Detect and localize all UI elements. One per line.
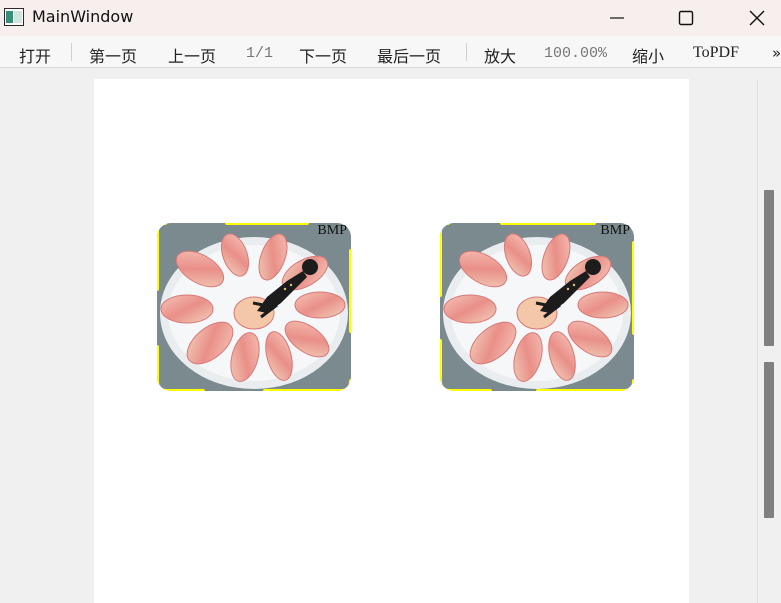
minimize-icon — [610, 17, 624, 19]
maximize-button[interactable] — [663, 0, 709, 36]
zoom-level: 100.00% — [544, 45, 608, 62]
image-label: BMP — [600, 223, 630, 238]
zoom-in-button[interactable]: 放大 — [484, 43, 516, 67]
peach-plate-image — [440, 223, 634, 391]
prev-page-button[interactable]: 上一页 — [168, 43, 216, 67]
next-page-button[interactable]: 下一页 — [299, 43, 347, 67]
embedded-image: BMP — [438, 221, 636, 393]
to-pdf-button[interactable]: ToPDF — [693, 44, 739, 62]
page-indicator: 1/1 — [246, 45, 274, 62]
zoom-out-button[interactable]: 缩小 — [632, 43, 664, 67]
toolbar-separator — [466, 43, 467, 61]
embedded-image: BMP — [155, 221, 353, 393]
scrollbar-thumb-upper[interactable] — [764, 190, 774, 346]
open-button[interactable]: 打开 — [19, 43, 51, 67]
peach-plate-image — [157, 223, 351, 391]
close-button[interactable] — [734, 0, 780, 36]
toolbar: 打开 第一页 上一页 1/1 下一页 最后一页 放大 100.00% 缩小 To… — [0, 36, 781, 68]
toolbar-separator — [71, 43, 72, 61]
scrollbar-thumb-lower[interactable] — [764, 362, 774, 518]
title-bar: MainWindow — [0, 0, 781, 36]
first-page-button[interactable]: 第一页 — [89, 43, 137, 67]
close-icon — [749, 10, 765, 26]
document-viewport[interactable]: BMP BMP — [0, 68, 781, 603]
minimize-button[interactable] — [594, 0, 640, 36]
toolbar-overflow-button[interactable]: » — [772, 44, 781, 62]
window-title: MainWindow — [32, 7, 134, 26]
image-label: BMP — [317, 223, 347, 238]
last-page-button[interactable]: 最后一页 — [377, 43, 441, 67]
app-window-icon — [4, 8, 24, 26]
maximize-icon — [678, 10, 694, 26]
document-page: BMP BMP — [94, 79, 689, 603]
